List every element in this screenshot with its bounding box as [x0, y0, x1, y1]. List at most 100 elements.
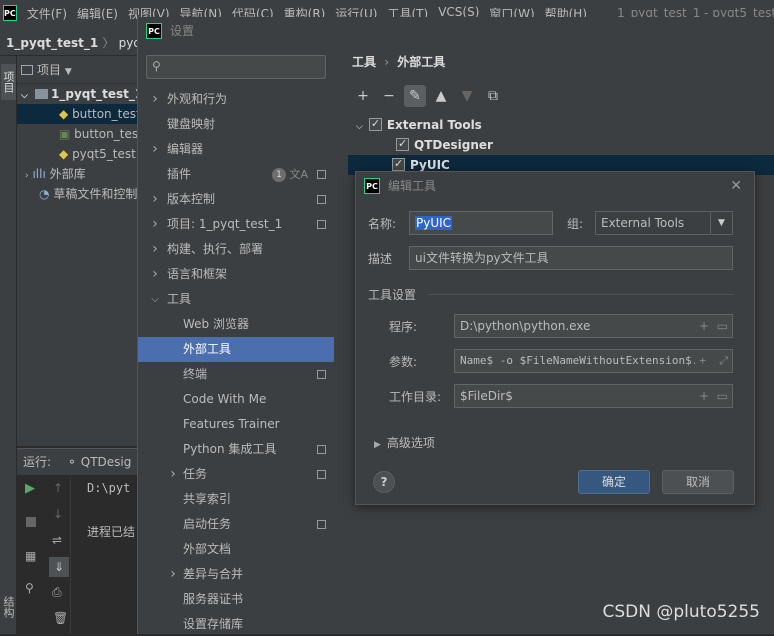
settings-nav-label: 版本控制 — [167, 192, 216, 206]
settings-nav-item[interactable]: ⌵ 工具 — [138, 287, 334, 312]
print-icon[interactable]: ⎙ — [52, 585, 62, 600]
settings-nav-item[interactable]: Features Trainer — [138, 412, 334, 437]
name-field[interactable]: PyUIC — [409, 211, 553, 235]
edit-icon[interactable]: ✎ — [404, 85, 426, 107]
chevron-right-icon[interactable]: › — [150, 137, 160, 162]
add-icon[interactable]: + — [352, 85, 374, 107]
settings-nav-item[interactable]: › 编辑器 — [138, 137, 334, 162]
arrow-down-icon[interactable]: ↓ — [53, 507, 63, 521]
settings-nav-item[interactable]: › 语言和框架 — [138, 262, 334, 287]
settings-nav-item[interactable]: 共享索引 — [138, 487, 334, 512]
nav-crumb-project[interactable]: 1_pyqt_test_1 — [6, 36, 98, 50]
settings-nav-item[interactable]: 键盘映射 — [138, 112, 334, 137]
program-field[interactable]: D:\python\python.exe + ▭ — [454, 314, 733, 338]
folder-icon[interactable]: ▭ — [717, 319, 728, 333]
settings-nav-item[interactable]: 外部工具 — [138, 337, 334, 362]
breadcrumb-item: 外部工具 — [397, 55, 446, 69]
file-node[interactable]: ◆ button_test — [17, 104, 137, 124]
move-up-icon[interactable]: ▲ — [430, 85, 452, 107]
pycharm-logo-icon: PC — [146, 23, 162, 39]
chevron-right-icon[interactable]: › — [150, 262, 160, 287]
group-checkbox[interactable] — [368, 114, 382, 134]
tool-checkbox[interactable] — [396, 134, 409, 154]
chevron-right-icon[interactable]: › — [25, 171, 29, 181]
arguments-field[interactable]: Name$ -o $FileNameWithoutExtension$.py +… — [454, 349, 733, 373]
tool-group-row[interactable]: ⌵ External Tools — [356, 114, 482, 135]
file-node[interactable]: ◆ pyqt5_test — [17, 144, 137, 164]
insert-macro-icon[interactable]: + — [699, 319, 709, 333]
dropdown-arrow-icon[interactable]: ▼ — [710, 212, 732, 234]
chevron-right-icon[interactable]: › — [168, 562, 178, 587]
settings-nav-item[interactable]: 服务器证书 — [138, 587, 334, 612]
settings-nav-item[interactable]: › 外观和行为 — [138, 87, 334, 112]
help-button[interactable]: ? — [373, 471, 395, 493]
cancel-button[interactable]: 取消 — [662, 470, 734, 494]
advanced-options-toggle[interactable]: ▶ 高级选项 — [374, 434, 435, 451]
settings-nav-label: Web 浏览器 — [183, 317, 249, 331]
run-panel-header: 运行: ⚬ QTDesig — [17, 449, 137, 475]
layout-icon[interactable]: ▦ — [25, 549, 36, 563]
run-config-tab[interactable]: ⚬ QTDesig — [67, 455, 132, 469]
chevron-right-icon[interactable]: › — [168, 462, 178, 487]
settings-nav-item[interactable]: › 差异与合并 — [138, 562, 334, 587]
tool-row[interactable]: QTDesigner — [396, 134, 493, 155]
settings-nav-item[interactable]: › 版本控制 — [138, 187, 334, 212]
settings-nav-item[interactable]: Code With Me — [138, 387, 334, 412]
file-node[interactable]: ▣ button_tes — [17, 124, 137, 144]
description-field[interactable]: ui文件转换为py文件工具 — [409, 246, 733, 270]
scroll-end-icon[interactable]: ⇓ — [49, 557, 69, 577]
pin-icon[interactable]: ⚲ — [25, 581, 34, 595]
chevron-right-icon[interactable]: › — [150, 237, 160, 262]
insert-macro-icon[interactable]: + — [699, 389, 709, 403]
settings-nav-item[interactable]: 启动任务 — [138, 512, 334, 537]
move-down-icon[interactable]: ▼ — [456, 85, 478, 107]
tool-checkbox[interactable] — [392, 154, 405, 174]
chevron-right-icon[interactable]: › — [150, 87, 160, 112]
settings-nav-item[interactable]: 终端 — [138, 362, 334, 387]
project-panel-header: 项目 ▼ — [17, 56, 137, 84]
chevron-down-icon[interactable]: ⌵ — [150, 287, 160, 312]
working-dir-field[interactable]: $FileDir$ + ▭ — [454, 384, 733, 408]
settings-nav-item[interactable]: › 构建、执行、部署 — [138, 237, 334, 262]
arrow-up-icon[interactable]: ↑ — [53, 481, 63, 495]
insert-macro-icon[interactable]: + — [699, 354, 706, 367]
settings-nav-item[interactable]: 设置存储库 — [138, 612, 334, 634]
expand-icon[interactable]: ⤢ — [719, 354, 728, 367]
chevron-down-icon[interactable]: ⌵ — [356, 122, 363, 132]
settings-nav-item[interactable]: 插件 1 文A — [138, 162, 334, 187]
settings-search-input[interactable]: ⚲ — [146, 55, 326, 79]
settings-nav-item[interactable]: › 任务 — [138, 462, 334, 487]
copy-icon[interactable]: ⧉ — [482, 85, 504, 107]
edit-tool-dialog: PC 编辑工具 ✕ 名称: PyUIC 组: External Tools ▼ … — [355, 171, 755, 505]
trash-icon[interactable]: 🗑 — [53, 611, 68, 625]
field-icons: + ▭ — [694, 385, 728, 407]
rerun-icon[interactable]: ▶ — [25, 481, 35, 496]
ok-button[interactable]: 确定 — [578, 470, 650, 494]
section-divider — [428, 294, 734, 295]
project-root-node[interactable]: ⌵ 1_pyqt_test_1 — [17, 84, 137, 104]
menu-item[interactable]: 编辑(E) — [77, 5, 118, 22]
scratch-node[interactable]: ◔ 草稿文件和控制 — [17, 184, 137, 204]
group-select[interactable]: External Tools ▼ — [595, 211, 733, 235]
wrap-icon[interactable]: ⇌ — [52, 533, 62, 547]
chevron-right-icon[interactable]: ▶ — [374, 440, 381, 450]
project-scope-icon — [317, 220, 326, 229]
folder-icon[interactable]: ▭ — [717, 389, 728, 403]
settings-nav-item[interactable]: 外部文档 — [138, 537, 334, 562]
remove-icon[interactable]: − — [378, 85, 400, 107]
close-icon[interactable]: ✕ — [730, 172, 742, 200]
chevron-right-icon[interactable]: › — [150, 212, 160, 237]
chevron-down-icon[interactable]: ⌵ — [21, 91, 28, 101]
settings-nav-item[interactable]: Web 浏览器 — [138, 312, 334, 337]
project-tool-tab[interactable]: 项目 — [1, 64, 16, 100]
nav-crumb-file[interactable]: pyq — [119, 36, 137, 50]
chevron-right-icon[interactable]: › — [150, 187, 160, 212]
caret-down-icon[interactable]: ▼ — [65, 67, 72, 77]
settings-nav-item[interactable]: › 项目: 1_pyqt_test_1 — [138, 212, 334, 237]
external-libs-node[interactable]: › ıllı 外部库 — [17, 164, 137, 184]
structure-tool-tab[interactable]: 结构 — [1, 596, 16, 636]
settings-nav-item[interactable]: Python 集成工具 — [138, 437, 334, 462]
project-panel-label[interactable]: 项目 — [37, 63, 61, 77]
menu-item[interactable]: 文件(F) — [27, 5, 67, 22]
stop-icon[interactable] — [26, 517, 36, 527]
